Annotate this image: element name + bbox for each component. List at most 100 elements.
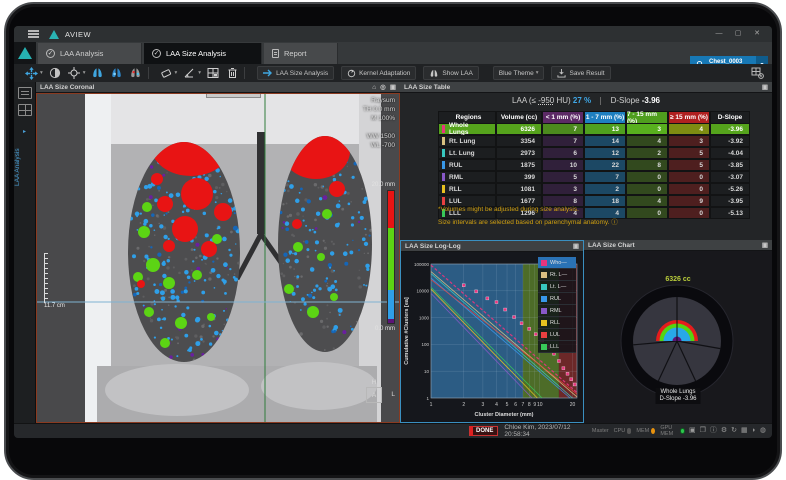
table-row[interactable]: Lt. Lung297361225-4.04 (438, 147, 750, 159)
show-laa-button[interactable]: Show LAA (423, 66, 478, 80)
series-list-icon[interactable] (18, 87, 32, 99)
arrow-right-icon (263, 69, 273, 77)
pct-1-7mm-cell: 7 (584, 171, 626, 183)
tab-laa-size-analysis[interactable]: ✓ LAA Size Analysis (144, 43, 262, 64)
sidebar-item-laa-analysis[interactable]: LAA Analysis (14, 137, 35, 197)
coronal-panel: LAA Size Coronal ⌂ ◎ ▣ Coronal #270 Rays… (36, 82, 400, 423)
legend-label: Who— (550, 260, 567, 266)
crosshair-caret-icon[interactable]: ▾ (83, 70, 86, 76)
thumbnail-grid-icon[interactable] (18, 104, 32, 116)
monitor-icon[interactable]: ▦ (741, 426, 748, 436)
pct-1-7mm-cell: 12 (584, 147, 626, 159)
screenshot-icon[interactable]: ▣ (689, 426, 696, 436)
status-badge: DONE (469, 426, 498, 436)
pct-ge15mm-cell: 9 (668, 195, 710, 207)
ruler-ticks (44, 253, 48, 303)
window-level-icon[interactable] (48, 66, 62, 80)
maximize-panel-icon[interactable]: ▣ (573, 241, 579, 252)
overlay-line: TH 0.0 mm (363, 105, 395, 114)
lung-segmentation-icon[interactable] (91, 66, 105, 80)
tab-report[interactable]: Report (264, 43, 338, 64)
save-result-button[interactable]: Save Result (551, 66, 610, 80)
layout-settings-icon[interactable] (750, 66, 764, 80)
table-row[interactable]: RLL10813200-5.26 (438, 183, 750, 195)
maximize-panel-icon[interactable]: ▣ (762, 240, 768, 251)
delete-tool-icon[interactable] (225, 66, 239, 80)
coronal-viewport[interactable]: Coronal #270 RaysumTH 0.0 mmM 100% WW 15… (36, 93, 400, 423)
clipboard-icon[interactable]: ❐ (700, 426, 706, 436)
pan-tool-icon[interactable] (24, 66, 38, 80)
total-volume-label: 6326 cc (584, 276, 772, 283)
maximize-panel-icon[interactable]: ▣ (390, 82, 396, 93)
expand-arrow-icon[interactable]: ▸ (14, 128, 35, 135)
svg-text:2: 2 (462, 402, 465, 408)
kernel-adaptation-button[interactable]: Kernel Adaptation (341, 66, 416, 80)
legend-item[interactable]: LUL (538, 329, 576, 341)
region-color-swatch (442, 173, 445, 181)
legend-item[interactable]: Rt. L— (538, 269, 576, 281)
theme-select[interactable]: Blue Theme ▾ (493, 66, 545, 80)
table-row[interactable]: RUL1875102285-3.85 (438, 159, 750, 171)
user-timestamp: Chloe Kim, 2023/07/12 20:58:34 (504, 424, 587, 438)
legend-swatch (541, 296, 547, 302)
laa-threshold[interactable]: -950 (538, 96, 554, 105)
eraser-tool-icon[interactable] (159, 66, 173, 80)
pct-lt1mm-cell: 5 (542, 171, 584, 183)
pan-caret-icon[interactable]: ▾ (40, 70, 43, 76)
dslope-cell: -3.95 (710, 195, 750, 207)
laa-overlay-icon[interactable] (129, 66, 143, 80)
lung-mask-icon[interactable] (110, 66, 124, 80)
account-icon[interactable]: ◍ (760, 426, 766, 436)
menu-icon[interactable] (28, 30, 39, 38)
slice-label: Coronal #270 (206, 93, 261, 98)
legend-swatch (541, 344, 547, 350)
pct-7-15mm-cell: 0 (626, 171, 668, 183)
info-icon[interactable]: ⓘ (710, 426, 717, 436)
eraser-caret-icon[interactable]: ▾ (175, 70, 178, 76)
legend-item[interactable]: Who— (538, 257, 576, 269)
legend-item[interactable]: RLL (538, 317, 576, 329)
measure-caret-icon[interactable]: ▾ (198, 70, 201, 76)
settings-icon[interactable]: ⚙ (721, 426, 727, 436)
legend-item[interactable]: Lt. L— (538, 281, 576, 293)
system-status-group: Master CPU MEM GPU MEM ▣❐ⓘ⚙↻▦◗◍ (587, 425, 766, 437)
layout-grid-icon[interactable] (206, 66, 220, 80)
notification-icon[interactable]: ◗ (752, 426, 756, 436)
table-row[interactable]: Rt. Lung335471443-3.92 (438, 135, 750, 147)
crosshair-tool-icon[interactable] (67, 66, 81, 80)
measurement-ruler[interactable]: 11.7 cm (44, 253, 65, 309)
table-row[interactable]: Whole Lungs632671334-3.96 (438, 123, 750, 135)
close-button[interactable]: ✕ (750, 28, 764, 39)
pct-ge15mm-cell: 0 (668, 207, 710, 219)
home-icon[interactable]: ⌂ (372, 82, 376, 93)
tab-laa-analysis[interactable]: ✓ LAA Analysis (38, 43, 142, 64)
capture-icon[interactable]: ◎ (380, 82, 386, 93)
pct-1-7mm-cell: 14 (584, 135, 626, 147)
pct-1-7mm-cell: 18 (584, 195, 626, 207)
orientation-cube[interactable]: H A L (359, 379, 389, 404)
maximize-panel-icon[interactable]: ▣ (762, 82, 768, 93)
legend-item[interactable]: RUL (538, 293, 576, 305)
svg-text:10: 10 (424, 369, 430, 374)
legend-item[interactable]: LLL (538, 341, 576, 353)
legend-item[interactable]: RML (538, 305, 576, 317)
loglog-panel: LAA Size Log-Log ▣ 123456789102011010010… (400, 240, 584, 423)
pct-7-15mm-cell: 0 (626, 183, 668, 195)
viewport-overlay-text: RaysumTH 0.0 mmM 100% WW 1500WL -700 (363, 96, 395, 150)
minimize-button[interactable]: — (712, 28, 726, 39)
panel-title: LAA Size Chart (588, 242, 635, 249)
colorbar-gradient (387, 190, 395, 324)
laa-size-analysis-button[interactable]: LAA Size Analysis (257, 66, 334, 80)
history-icon[interactable]: ↻ (731, 426, 737, 436)
maximize-button[interactable]: ▢ (731, 28, 745, 39)
tab-label: LAA Analysis (60, 49, 103, 58)
region-label: RML (449, 174, 463, 181)
measure-angle-icon[interactable] (182, 66, 196, 80)
laa-percent: 27 % (573, 96, 591, 105)
dslope-cell: -4.04 (710, 147, 750, 159)
table-row[interactable]: RML3995700-3.07 (438, 171, 750, 183)
pct-ge15mm-cell: 3 (668, 135, 710, 147)
panel-title: LAA Size Table (404, 84, 450, 91)
volume-cell: 1081 (496, 183, 542, 195)
svg-text:1: 1 (426, 396, 429, 401)
